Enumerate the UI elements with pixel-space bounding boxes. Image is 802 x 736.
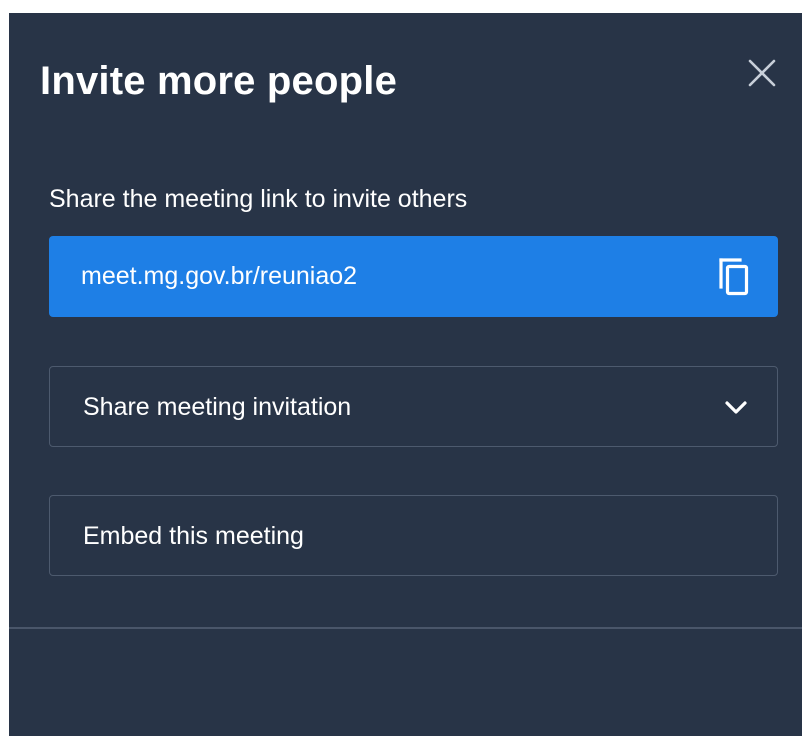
- footer-divider: [9, 627, 802, 629]
- embed-meeting-button[interactable]: Embed this meeting: [49, 495, 778, 576]
- embed-meeting-label: Embed this meeting: [83, 522, 304, 550]
- chevron-down-icon: [725, 401, 747, 414]
- invite-dialog: Invite more people Share the meeting lin…: [9, 13, 802, 736]
- meeting-link-text[interactable]: meet.mg.gov.br/reuniao2: [81, 260, 357, 292]
- meeting-link-box[interactable]: meet.mg.gov.br/reuniao2: [49, 236, 778, 317]
- close-button[interactable]: [742, 53, 782, 93]
- copy-icon[interactable]: [718, 257, 750, 297]
- share-invitation-dropdown[interactable]: Share meeting invitation: [49, 366, 778, 447]
- share-invitation-label: Share meeting invitation: [83, 393, 352, 421]
- dialog-title: Invite more people: [40, 59, 398, 103]
- share-link-label: Share the meeting link to invite others: [49, 185, 468, 213]
- close-icon: [748, 59, 776, 87]
